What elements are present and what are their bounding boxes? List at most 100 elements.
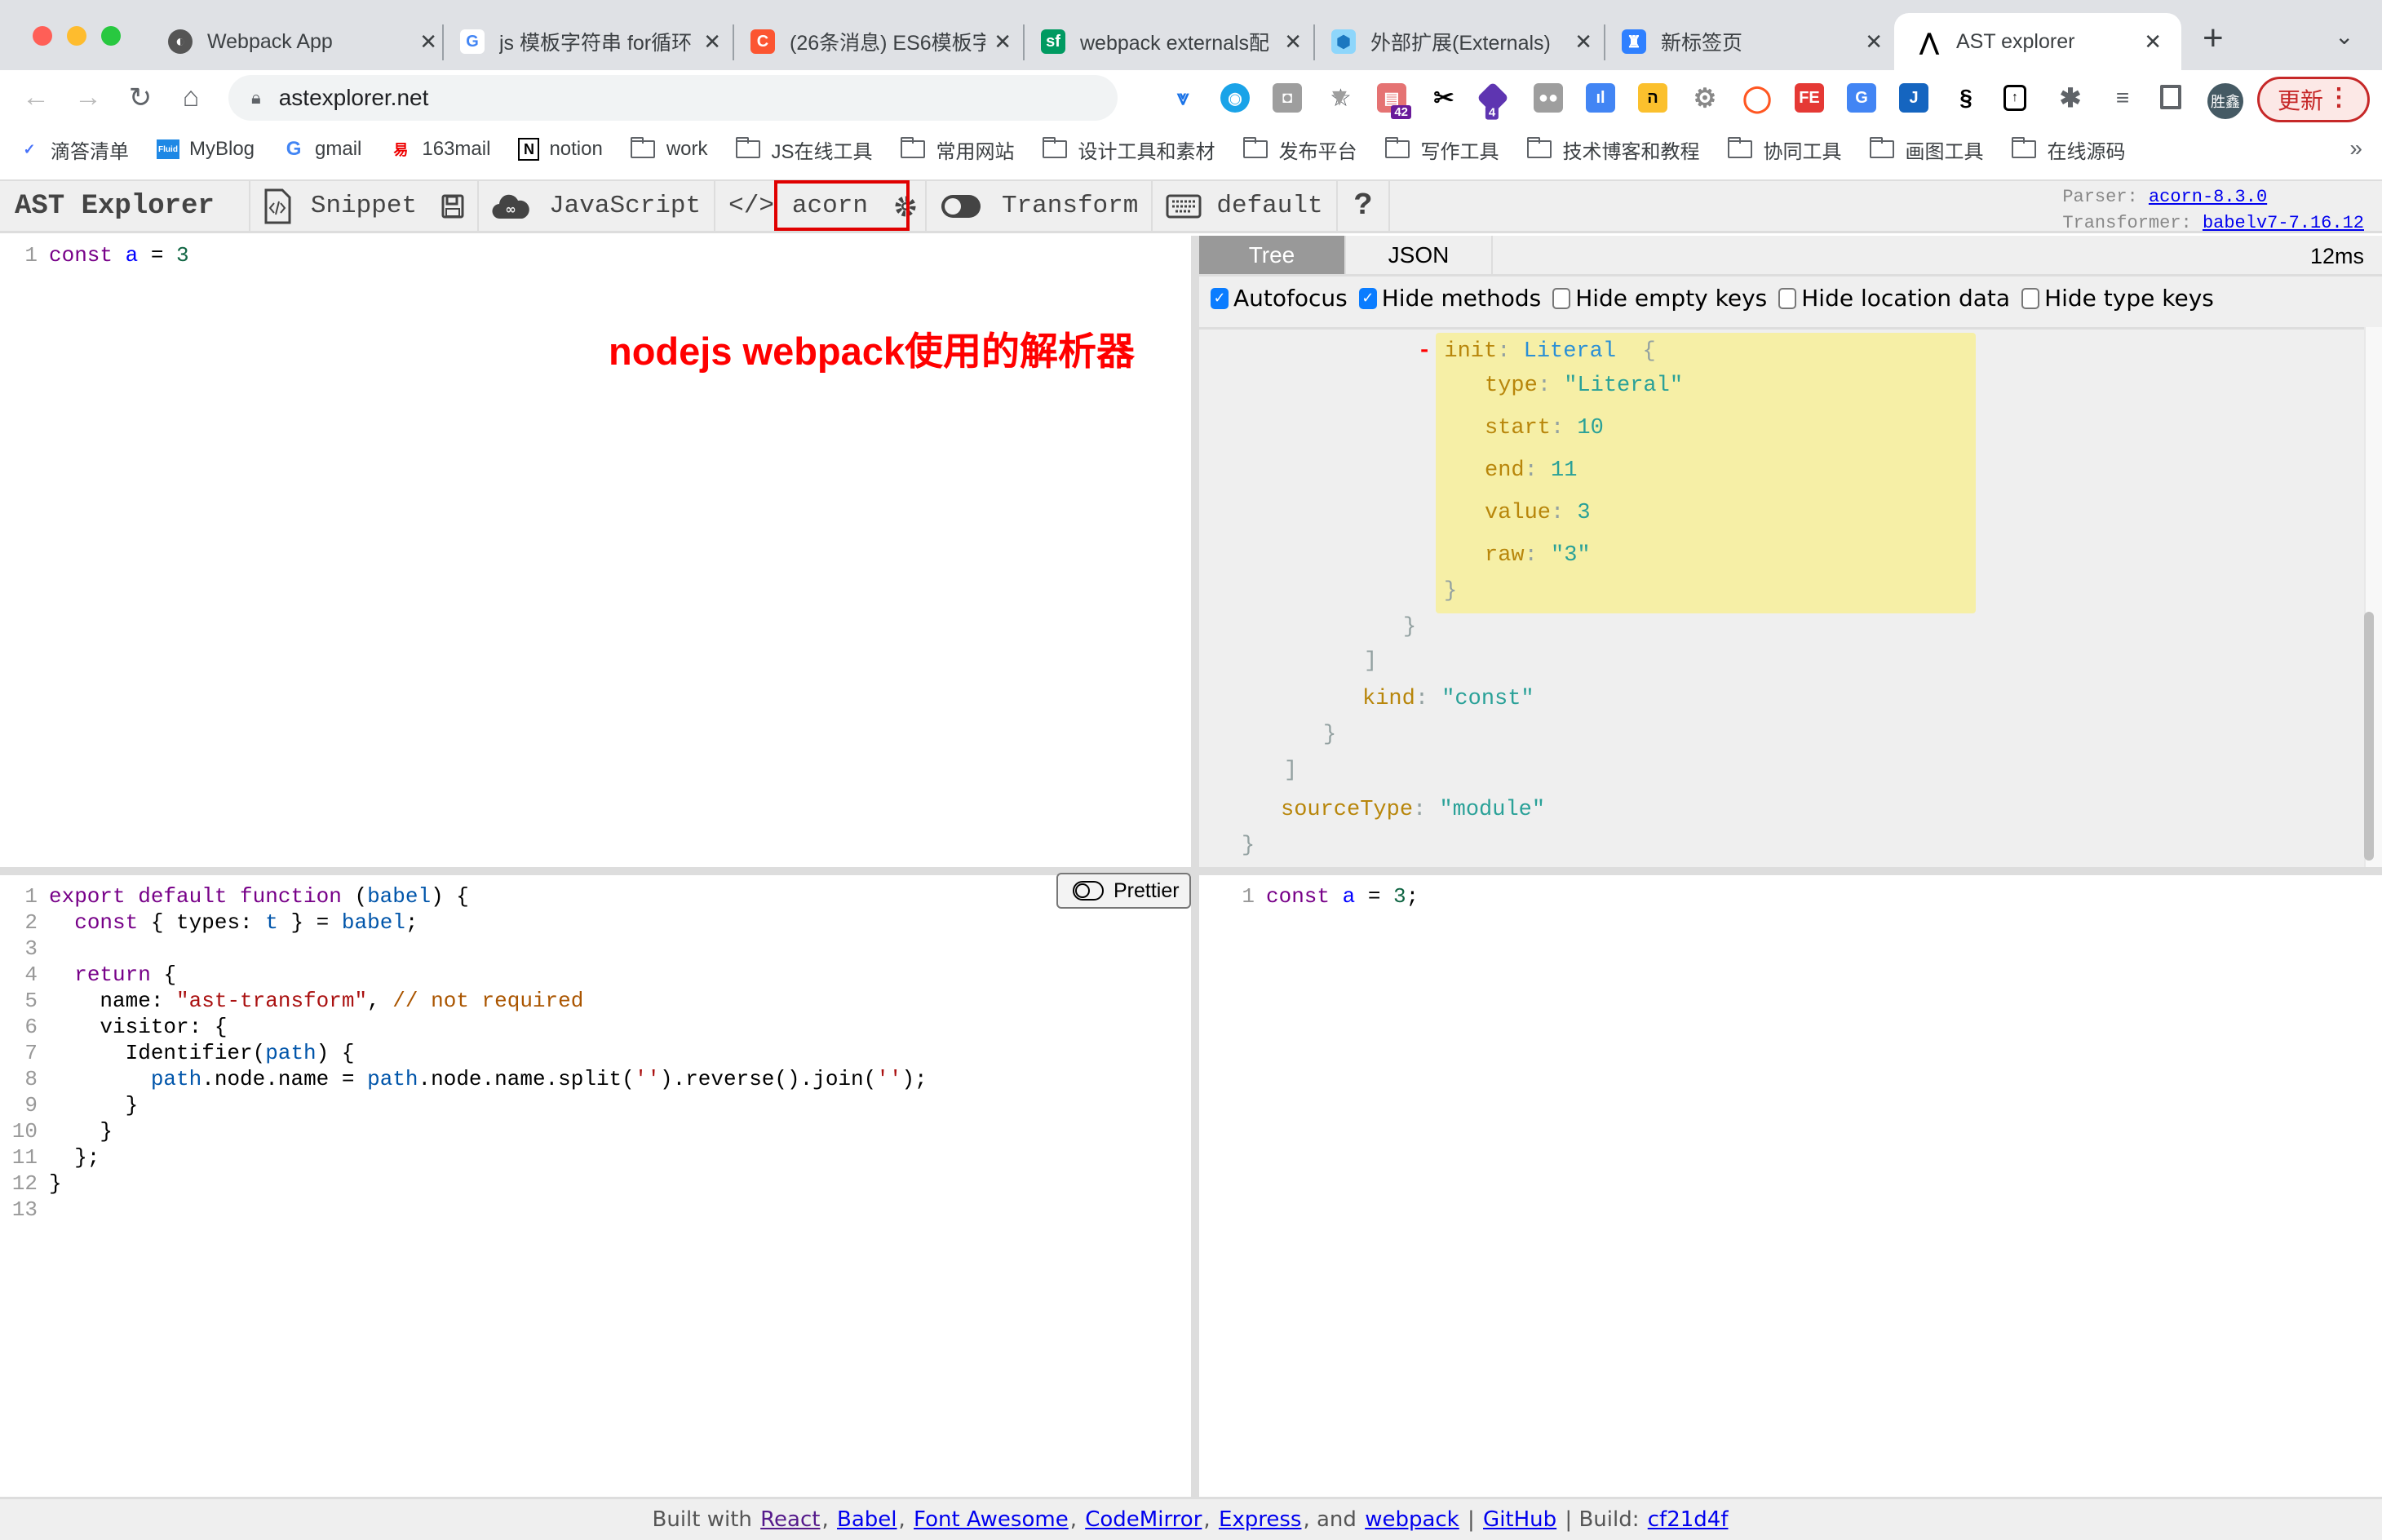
font-awesome-link[interactable]: Font Awesome <box>914 1507 1069 1532</box>
browser-tab[interactable]: C (26条消息) ES6模板字 ✕ <box>750 13 1012 70</box>
keymap-select[interactable]: default <box>1153 181 1338 231</box>
browser-tab[interactable]: sf webpack externals配 ✕ <box>1041 13 1302 70</box>
option-hide-methods[interactable]: ✓ Hide methods <box>1358 285 1541 312</box>
bookmark-folder[interactable]: JS在线工具 <box>735 135 873 164</box>
code-line: 12} <box>7 1170 1191 1197</box>
vertical-splitter[interactable] <box>1191 236 1199 1497</box>
close-tab-icon[interactable]: ✕ <box>1574 29 1592 55</box>
express-link[interactable]: Express <box>1219 1507 1302 1532</box>
browser-tab-active[interactable]: ⋀ AST explorer ✕ <box>1894 13 2181 70</box>
extension-icon[interactable]: ◉ <box>1220 83 1250 113</box>
option-autofocus[interactable]: ✓ Autofocus <box>1211 285 1348 312</box>
react-link[interactable]: React <box>760 1507 820 1532</box>
close-tab-icon[interactable]: ✕ <box>1865 29 1883 55</box>
browser-tab[interactable]: ♜ 新标签页 ✕ <box>1622 13 1883 70</box>
extension-icon[interactable]: ⩔ <box>1168 83 1198 113</box>
reload-button[interactable]: ↻ <box>124 82 157 114</box>
bookmark-item[interactable]: Fluid MyBlog <box>157 138 255 161</box>
transformer-version-link[interactable]: babelv7-7.16.12 <box>2203 213 2364 233</box>
bookmarks-overflow-button[interactable]: » <box>2349 135 2362 162</box>
checkbox-unchecked[interactable] <box>1778 287 1797 309</box>
bookmark-item[interactable]: Nnotion <box>518 138 603 161</box>
filter-extension-icon[interactable]: ▼ <box>1325 83 1354 113</box>
translate-extension-icon[interactable]: G <box>1847 83 1876 113</box>
maximize-window-button[interactable] <box>101 26 121 46</box>
bookmark-folder[interactable]: 设计工具和素材 <box>1042 135 1215 164</box>
snippet-menu[interactable]: Snippet <box>250 181 480 231</box>
bookmark-folder[interactable]: 常用网站 <box>900 135 1015 164</box>
bookmark-folder[interactable]: 技术博客和教程 <box>1526 135 1700 164</box>
close-tab-icon[interactable]: ✕ <box>994 29 1012 55</box>
tab-tree[interactable]: Tree <box>1199 236 1346 274</box>
bookmark-item[interactable]: ✓ 滴答清单 <box>18 135 129 164</box>
webpack-link[interactable]: webpack <box>1365 1507 1459 1532</box>
option-hide-type-keys[interactable]: Hide type keys <box>2021 285 2214 312</box>
bookmark-folder[interactable]: 协同工具 <box>1727 135 1842 164</box>
collapse-toggle[interactable]: - <box>1418 339 1431 364</box>
bookmark-folder[interactable]: 发布平台 <box>1242 135 1357 164</box>
extension-icon[interactable]: ה <box>1638 83 1667 113</box>
option-hide-location-data[interactable]: Hide location data <box>1778 285 2010 312</box>
build-hash-link[interactable]: cf21d4f <box>1648 1507 1729 1532</box>
close-tab-icon[interactable]: ✕ <box>419 29 437 55</box>
checkbox-unchecked[interactable] <box>1552 287 1571 309</box>
bookmark-item[interactable]: 易 163mail <box>389 138 490 161</box>
extension-icon[interactable]: ▤ 42 <box>1377 83 1411 119</box>
tab-list-button[interactable]: ⌄ <box>2335 23 2353 50</box>
address-bar[interactable]: 🔒︎ astexplorer.net ⇪ ☆ <box>228 75 1352 121</box>
option-hide-empty-keys[interactable]: Hide empty keys <box>1552 285 1767 312</box>
fe-extension-icon[interactable]: FE <box>1795 83 1824 113</box>
camera-extension-icon[interactable]: ◘ <box>1273 83 1302 113</box>
bookmark-folder[interactable]: 画图工具 <box>1869 135 1984 164</box>
gear-extension-icon[interactable]: ⚙ <box>1690 83 1720 113</box>
checkbox-checked[interactable]: ✓ <box>1358 287 1377 309</box>
github-link[interactable]: GitHub <box>1483 1507 1556 1532</box>
extension-icon[interactable]: 4 <box>1477 82 1509 120</box>
extension-icon[interactable]: § <box>1951 83 1981 113</box>
language-select[interactable]: ∞ JavaScript <box>479 181 716 231</box>
update-button[interactable]: 更新 ⋮ <box>2257 77 2370 122</box>
bookmark-item[interactable]: Ggmail <box>282 138 362 161</box>
codemirror-link[interactable]: CodeMirror <box>1085 1507 1202 1532</box>
close-window-button[interactable] <box>33 26 52 46</box>
babel-link[interactable]: Babel <box>837 1507 897 1532</box>
bookmark-folder[interactable]: work <box>630 137 708 161</box>
side-panel-icon[interactable] <box>2160 85 2181 109</box>
scissors-extension-icon[interactable]: ✂ <box>1429 83 1459 113</box>
extension-icon[interactable]: ◯ <box>1742 83 1772 113</box>
chart-extension-icon[interactable]: ıl <box>1586 83 1615 113</box>
browser-tab[interactable]: ◐ Webpack App ✕ <box>168 13 437 70</box>
puzzle-extensions-icon[interactable]: ✱ <box>2056 83 2085 113</box>
tree-prop: value: 3 <box>1485 501 1591 525</box>
bookmark-folder[interactable]: 在线源码 <box>2011 135 2126 164</box>
close-tab-icon[interactable]: ✕ <box>2144 29 2162 55</box>
prettier-toggle-button[interactable]: Prettier <box>1056 873 1191 909</box>
media-control-icon[interactable]: ≡ <box>2108 83 2137 113</box>
profile-avatar[interactable]: 胜鑫 <box>2207 83 2243 119</box>
close-tab-icon[interactable]: ✕ <box>1284 29 1302 55</box>
transform-editor[interactable]: 1 export default function (babel) {2 cons… <box>0 875 1191 1497</box>
parser-version-link[interactable]: acorn-8.3.0 <box>2149 187 2267 207</box>
help-button[interactable]: ? <box>1338 181 1391 231</box>
back-button[interactable]: ← <box>20 82 52 113</box>
minimize-window-button[interactable] <box>67 26 86 46</box>
more-menu-icon[interactable]: ⋮ <box>2327 86 2351 110</box>
browser-tab[interactable]: G js 模板字符串 for循环 ✕ <box>460 13 721 70</box>
tree-scrollbar-thumb[interactable] <box>2364 612 2374 861</box>
save-icon[interactable] <box>441 194 464 219</box>
extension-icon[interactable]: ●● <box>1534 83 1563 113</box>
close-tab-icon[interactable]: ✕ <box>703 29 721 55</box>
bookmark-folder[interactable]: 写作工具 <box>1384 135 1499 164</box>
checkbox-unchecked[interactable] <box>2021 287 2040 309</box>
tree-node-init[interactable]: - init: Literal { <box>1418 339 1656 364</box>
forward-button[interactable]: → <box>72 82 104 113</box>
tab-json[interactable]: JSON <box>1346 236 1493 274</box>
horizontal-splitter[interactable] <box>0 867 2382 875</box>
checkbox-checked[interactable]: ✓ <box>1211 287 1229 309</box>
new-tab-button[interactable]: + <box>2203 18 2224 59</box>
transform-toggle[interactable]: Transform <box>927 181 1153 231</box>
home-button[interactable]: ⌂ <box>175 82 207 113</box>
extension-icon[interactable]: J <box>1899 83 1928 113</box>
extension-icon[interactable]: ↑ <box>2003 85 2026 111</box>
browser-tab[interactable]: ⬢ 外部扩展(Externals) ✕ <box>1331 13 1592 70</box>
